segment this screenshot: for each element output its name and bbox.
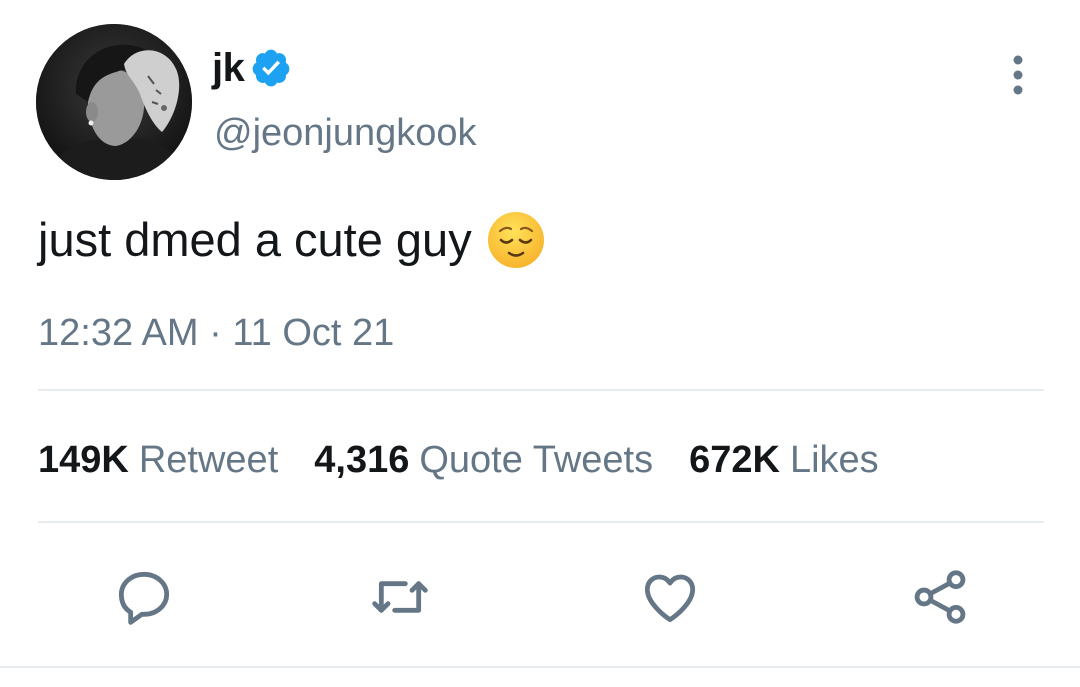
share-icon[interactable] [908, 565, 972, 629]
tweet-body: just dmed a cute guy [38, 213, 472, 266]
divider [38, 521, 1044, 523]
divider [0, 666, 1080, 668]
stat-likes[interactable]: 672K Likes [689, 434, 879, 486]
retweet-icon[interactable] [368, 565, 432, 629]
tweet-text: just dmed a cute guy [38, 208, 546, 272]
tweet-stats: 149K Retweet 4,316 Quote Tweets 672K Likes [38, 434, 915, 486]
reply-icon[interactable] [112, 565, 176, 629]
tweet-date: 11 Oct 21 [232, 312, 395, 354]
stat-label: Likes [789, 439, 879, 481]
stat-retweets[interactable]: 149K Retweet [38, 434, 278, 486]
verified-badge-icon [250, 47, 292, 89]
stat-count: 149K [38, 439, 129, 481]
more-options-icon[interactable] [1000, 52, 1036, 98]
author-name-row[interactable]: jk [212, 38, 292, 98]
avatar[interactable] [36, 24, 192, 180]
tweet-timestamp[interactable]: 12:32 AM · 11 Oct 21 [38, 308, 394, 358]
stat-count: 672K [689, 439, 780, 481]
display-name[interactable]: jk [212, 48, 245, 88]
tweet-time: 12:32 AM [38, 312, 199, 354]
stat-label: Quote Tweets [419, 439, 654, 481]
avatar-image [36, 24, 192, 180]
stat-label: Retweet [138, 439, 279, 481]
stat-count: 4,316 [314, 439, 410, 481]
meta-separator: · [209, 312, 222, 354]
stat-quote-tweets[interactable]: 4,316 Quote Tweets [314, 434, 653, 486]
divider [38, 389, 1044, 391]
user-handle[interactable]: @jeonjungkook [214, 108, 477, 158]
relieved-face-emoji-icon [486, 210, 546, 270]
like-icon[interactable] [638, 565, 702, 629]
